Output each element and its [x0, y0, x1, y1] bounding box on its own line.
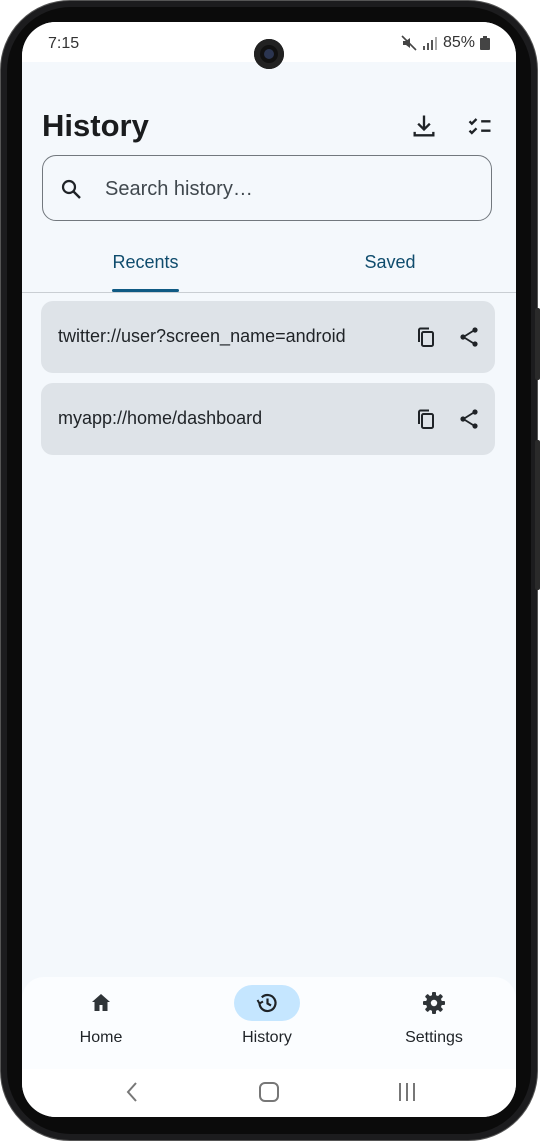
history-icon: [255, 991, 279, 1015]
home-icon: [89, 991, 113, 1015]
tab-bar: Recents Saved: [22, 244, 516, 293]
page-title: History: [42, 108, 149, 143]
volume-button: [535, 308, 540, 380]
home-circle-icon[interactable]: [254, 1077, 284, 1107]
search-icon: [59, 177, 83, 201]
nav-label: History: [242, 1029, 292, 1046]
nav-label: Home: [79, 1029, 123, 1046]
copy-icon[interactable]: [414, 407, 438, 431]
search-bar[interactable]: [42, 155, 492, 221]
front-camera: [254, 39, 284, 69]
share-icon[interactable]: [457, 325, 481, 349]
download-icon[interactable]: [410, 112, 438, 140]
tab-recents[interactable]: Recents: [102, 244, 189, 292]
recents-icon[interactable]: [392, 1077, 422, 1107]
nav-label: Settings: [405, 1029, 463, 1046]
mute-icon: [401, 35, 417, 51]
status-icons: 85%: [401, 34, 490, 52]
history-item-text: twitter://user?screen_name=android: [58, 326, 346, 346]
history-item-text: myapp://home/dashboard: [58, 408, 263, 428]
app-screen: 7:15 85% History Recents Saved: [22, 22, 516, 1117]
history-item[interactable]: myapp://home/dashboard: [41, 383, 495, 455]
tab-indicator: [112, 289, 179, 292]
share-icon[interactable]: [457, 407, 481, 431]
status-time: 7:15: [48, 35, 80, 52]
copy-icon[interactable]: [414, 325, 438, 349]
tab-saved[interactable]: Saved: [350, 244, 430, 292]
bottom-navigation: Home History Settings: [22, 977, 516, 1069]
battery-percent: 85%: [442, 34, 475, 51]
battery-icon: [480, 36, 490, 50]
history-item[interactable]: twitter://user?screen_name=android: [41, 301, 495, 373]
search-input[interactable]: [103, 170, 477, 208]
nav-history[interactable]: History: [207, 977, 327, 1069]
signal-icon: [422, 36, 438, 50]
system-navigation-bar: [22, 1069, 516, 1117]
select-checklist-icon[interactable]: [466, 112, 494, 140]
nav-home[interactable]: Home: [41, 977, 161, 1069]
nav-settings[interactable]: Settings: [374, 977, 494, 1069]
back-icon[interactable]: [118, 1077, 148, 1107]
power-button: [535, 440, 540, 590]
gear-icon: [422, 991, 446, 1015]
